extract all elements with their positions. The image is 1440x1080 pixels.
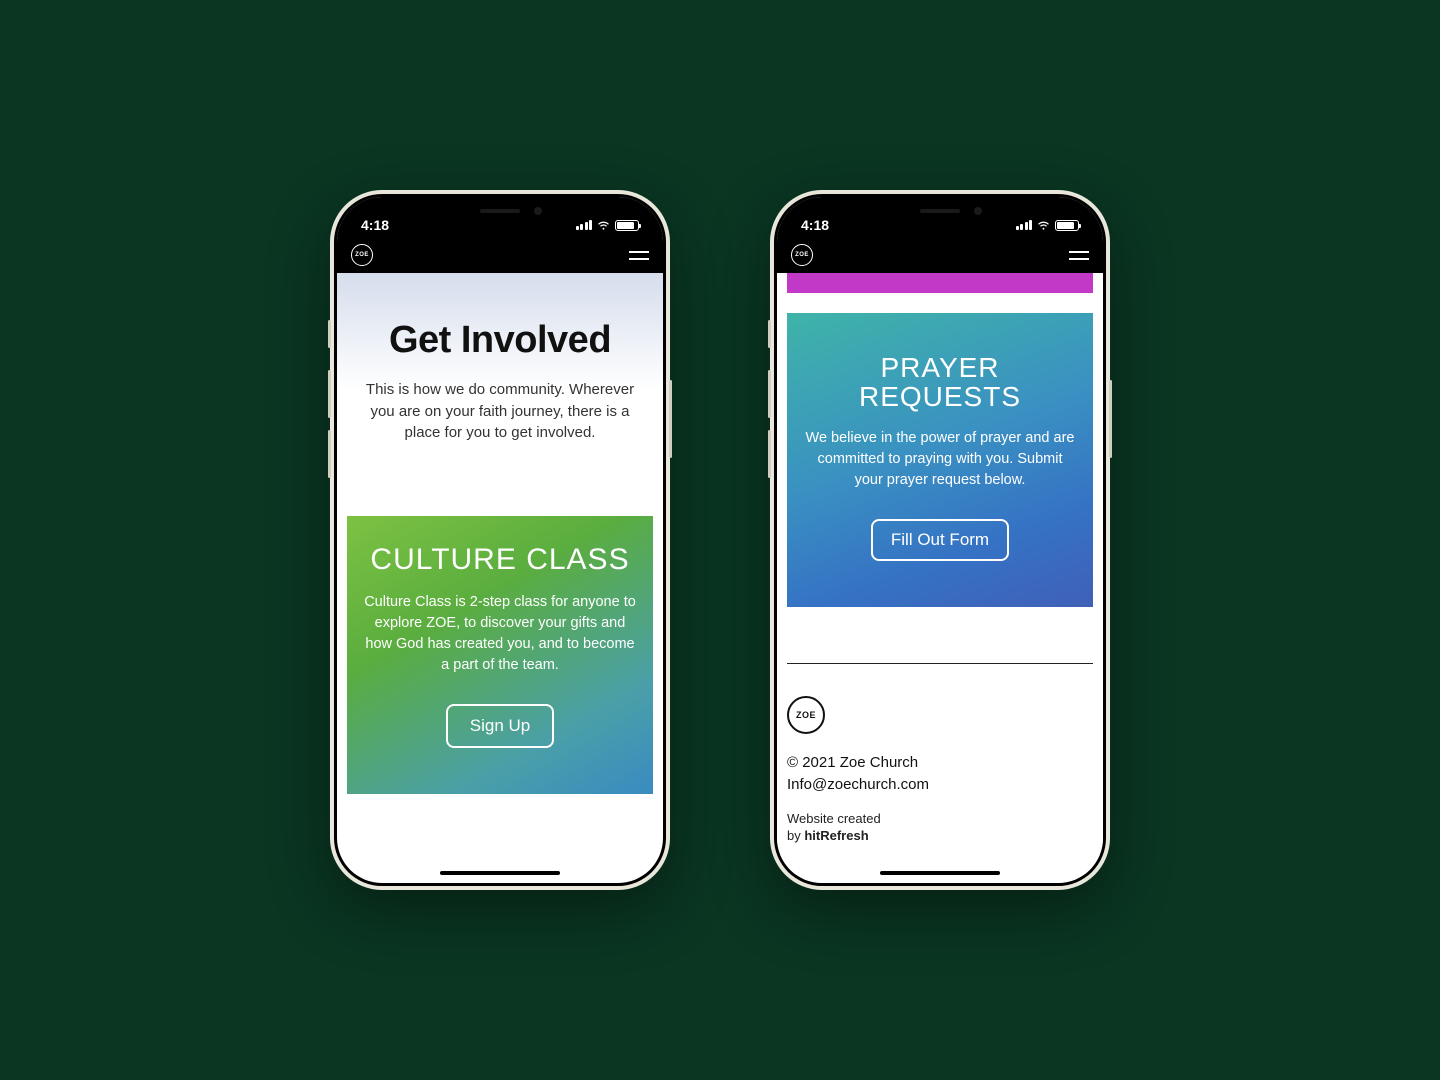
page-title: Get Involved (361, 321, 639, 361)
contact-email[interactable]: Info@zoechurch.com (787, 774, 1093, 796)
app-header: ZOE (337, 243, 663, 273)
volume-up (768, 370, 771, 418)
cellular-icon (1016, 220, 1033, 230)
mute-switch (328, 320, 331, 348)
battery-icon (1055, 220, 1079, 231)
footer-info: © 2021 Zoe Church Info@zoechurch.com (787, 752, 1093, 796)
volume-down (768, 430, 771, 478)
menu-icon[interactable] (629, 251, 649, 260)
status-indicators (1016, 220, 1080, 231)
wifi-icon (596, 220, 611, 231)
copyright: © 2021 Zoe Church (787, 752, 1093, 774)
page-description: This is how we do community. Wherever yo… (361, 379, 639, 444)
culture-class-card: CULTURE CLASS Culture Class is 2-step cl… (347, 516, 653, 794)
app-header: ZOE (777, 243, 1103, 273)
status-time: 4:18 (361, 217, 389, 233)
mute-switch (768, 320, 771, 348)
footer-divider (787, 663, 1093, 664)
card-title: CULTURE CLASS (361, 544, 639, 576)
status-indicators (576, 220, 640, 231)
power-button (1109, 380, 1112, 458)
logo[interactable]: ZOE (351, 244, 373, 266)
hero-section: Get Involved This is how we do community… (337, 273, 663, 468)
page-content: Get Involved This is how we do community… (337, 273, 663, 883)
footer-logo[interactable]: ZOE (787, 696, 825, 734)
previous-card-strip (787, 273, 1093, 293)
card-description: Culture Class is 2-step class for anyone… (361, 592, 639, 676)
phone-mockup-right: 4:18 ZOE PRAYER REQUESTS We believe in t… (770, 190, 1110, 890)
power-button (669, 380, 672, 458)
card-title: PRAYER REQUESTS (805, 353, 1075, 412)
menu-icon[interactable] (1069, 251, 1089, 260)
credit-link[interactable]: hitRefresh (804, 828, 868, 843)
prayer-requests-card: PRAYER REQUESTS We believe in the power … (787, 313, 1093, 607)
home-indicator[interactable] (440, 871, 560, 875)
home-indicator[interactable] (880, 871, 1000, 875)
notch (860, 197, 1020, 225)
battery-icon (615, 220, 639, 231)
page-content: PRAYER REQUESTS We believe in the power … (777, 273, 1103, 883)
card-description: We believe in the power of prayer and ar… (805, 428, 1075, 491)
notch (420, 197, 580, 225)
volume-down (328, 430, 331, 478)
footer: ZOE © 2021 Zoe Church Info@zoechurch.com… (777, 663, 1103, 845)
sign-up-button[interactable]: Sign Up (446, 704, 554, 748)
status-time: 4:18 (801, 217, 829, 233)
website-credit: Website created by hitRefresh (787, 811, 1093, 845)
cellular-icon (576, 220, 593, 230)
wifi-icon (1036, 220, 1051, 231)
volume-up (328, 370, 331, 418)
fill-out-form-button[interactable]: Fill Out Form (871, 519, 1009, 561)
logo[interactable]: ZOE (791, 244, 813, 266)
phone-mockup-left: 4:18 ZOE Get Involved This is how we do … (330, 190, 670, 890)
